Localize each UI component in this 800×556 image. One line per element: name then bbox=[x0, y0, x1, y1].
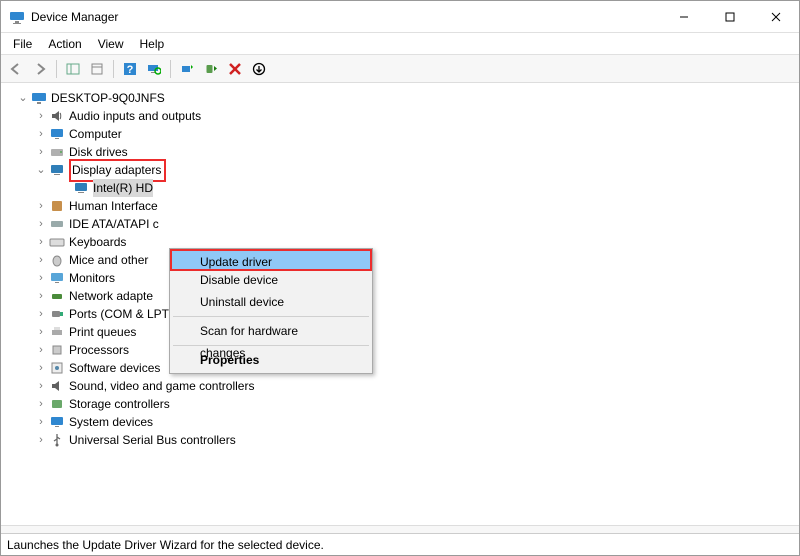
disable-device-button[interactable] bbox=[248, 58, 270, 80]
category-audio[interactable]: ›Audio inputs and outputs bbox=[7, 107, 795, 125]
computer-icon bbox=[31, 90, 47, 106]
ide-icon bbox=[49, 216, 65, 232]
system-icon bbox=[49, 414, 65, 430]
statusbar: Launches the Update Driver Wizard for th… bbox=[1, 533, 799, 555]
display-icon bbox=[49, 162, 65, 178]
cpu-icon bbox=[49, 342, 65, 358]
expand-icon[interactable]: › bbox=[35, 197, 47, 215]
category-system[interactable]: ›System devices bbox=[7, 413, 795, 431]
menu-update-driver[interactable]: Update driver bbox=[170, 249, 372, 271]
storage-icon bbox=[49, 396, 65, 412]
menu-help[interactable]: Help bbox=[132, 35, 173, 53]
category-sound[interactable]: ›Sound, video and game controllers bbox=[7, 377, 795, 395]
expand-icon[interactable]: › bbox=[35, 251, 47, 269]
app-icon bbox=[9, 9, 25, 25]
expand-icon[interactable]: › bbox=[35, 377, 47, 395]
collapse-icon[interactable]: ⌄ bbox=[17, 89, 29, 107]
expand-icon[interactable]: › bbox=[35, 107, 47, 125]
mouse-icon bbox=[49, 252, 65, 268]
properties-button[interactable] bbox=[86, 58, 108, 80]
ports-icon bbox=[49, 306, 65, 322]
titlebar: Device Manager bbox=[1, 1, 799, 33]
expand-icon[interactable]: › bbox=[35, 269, 47, 287]
show-hide-tree-button[interactable] bbox=[62, 58, 84, 80]
category-hid[interactable]: ›Human Interface bbox=[7, 197, 795, 215]
menubar: File Action View Help bbox=[1, 33, 799, 55]
category-software[interactable]: ›Software devices bbox=[7, 359, 795, 377]
enable-device-button[interactable] bbox=[200, 58, 222, 80]
device-intel-hd[interactable]: Intel(R) HD bbox=[7, 179, 795, 197]
device-tree[interactable]: ⌄ DESKTOP-9Q0JNFS ›Audio inputs and outp… bbox=[1, 83, 799, 523]
category-mice[interactable]: ›Mice and other bbox=[7, 251, 795, 269]
back-button[interactable] bbox=[5, 58, 27, 80]
menu-view[interactable]: View bbox=[90, 35, 132, 53]
uninstall-button[interactable] bbox=[224, 58, 246, 80]
context-menu: Update driver Disable device Uninstall d… bbox=[169, 248, 373, 374]
window-title: Device Manager bbox=[31, 10, 661, 24]
expand-icon[interactable]: › bbox=[35, 143, 47, 161]
category-display[interactable]: ⌄Display adapters bbox=[7, 161, 795, 179]
root-label: DESKTOP-9Q0JNFS bbox=[51, 89, 165, 107]
menu-separator bbox=[173, 316, 369, 317]
menu-action[interactable]: Action bbox=[40, 35, 89, 53]
computer-icon bbox=[49, 126, 65, 142]
monitor-icon bbox=[49, 270, 65, 286]
menu-scan-hardware[interactable]: Scan for hardware changes bbox=[172, 320, 370, 342]
status-text: Launches the Update Driver Wizard for th… bbox=[7, 538, 324, 552]
category-ports[interactable]: ›Ports (COM & LPT) bbox=[7, 305, 795, 323]
category-storage[interactable]: ›Storage controllers bbox=[7, 395, 795, 413]
scan-button[interactable] bbox=[143, 58, 165, 80]
maximize-button[interactable] bbox=[707, 1, 753, 33]
menu-file[interactable]: File bbox=[5, 35, 40, 53]
category-computer[interactable]: ›Computer bbox=[7, 125, 795, 143]
collapse-icon[interactable]: ⌄ bbox=[35, 161, 47, 179]
expand-icon[interactable]: › bbox=[35, 233, 47, 251]
software-icon bbox=[49, 360, 65, 376]
disk-icon bbox=[49, 144, 65, 160]
expand-icon[interactable]: › bbox=[35, 323, 47, 341]
expand-icon[interactable]: › bbox=[35, 431, 47, 449]
sound-icon bbox=[49, 378, 65, 394]
display-icon bbox=[73, 180, 89, 196]
menu-properties[interactable]: Properties bbox=[172, 349, 370, 371]
expand-icon[interactable]: › bbox=[35, 413, 47, 431]
expand-icon[interactable]: › bbox=[35, 215, 47, 233]
expand-icon[interactable]: › bbox=[35, 395, 47, 413]
help-button[interactable]: ? bbox=[119, 58, 141, 80]
tree-root[interactable]: ⌄ DESKTOP-9Q0JNFS bbox=[7, 89, 795, 107]
category-ide[interactable]: ›IDE ATA/ATAPI c bbox=[7, 215, 795, 233]
expand-icon[interactable]: › bbox=[35, 287, 47, 305]
keyboard-icon bbox=[49, 234, 65, 250]
expand-icon[interactable]: › bbox=[35, 341, 47, 359]
update-driver-button[interactable] bbox=[176, 58, 198, 80]
category-monitors[interactable]: ›Monitors bbox=[7, 269, 795, 287]
device-manager-window: Device Manager File Action View Help ? ⌄ bbox=[0, 0, 800, 556]
category-network[interactable]: ›Network adapte bbox=[7, 287, 795, 305]
spacer-bar bbox=[1, 525, 799, 533]
toolbar: ? bbox=[1, 55, 799, 83]
close-button[interactable] bbox=[753, 1, 799, 33]
menu-uninstall-device[interactable]: Uninstall device bbox=[172, 291, 370, 313]
svg-text:?: ? bbox=[127, 64, 134, 76]
network-icon bbox=[49, 288, 65, 304]
minimize-button[interactable] bbox=[661, 1, 707, 33]
expand-icon[interactable]: › bbox=[35, 305, 47, 323]
expand-icon[interactable]: › bbox=[35, 359, 47, 377]
audio-icon bbox=[49, 108, 65, 124]
hid-icon bbox=[49, 198, 65, 214]
category-keyboards[interactable]: ›Keyboards bbox=[7, 233, 795, 251]
menu-disable-device[interactable]: Disable device bbox=[172, 269, 370, 291]
forward-button[interactable] bbox=[29, 58, 51, 80]
printer-icon bbox=[49, 324, 65, 340]
category-usb[interactable]: ›Universal Serial Bus controllers bbox=[7, 431, 795, 449]
expand-icon[interactable]: › bbox=[35, 125, 47, 143]
category-print[interactable]: ›Print queues bbox=[7, 323, 795, 341]
category-processors[interactable]: ›Processors bbox=[7, 341, 795, 359]
usb-icon bbox=[49, 432, 65, 448]
